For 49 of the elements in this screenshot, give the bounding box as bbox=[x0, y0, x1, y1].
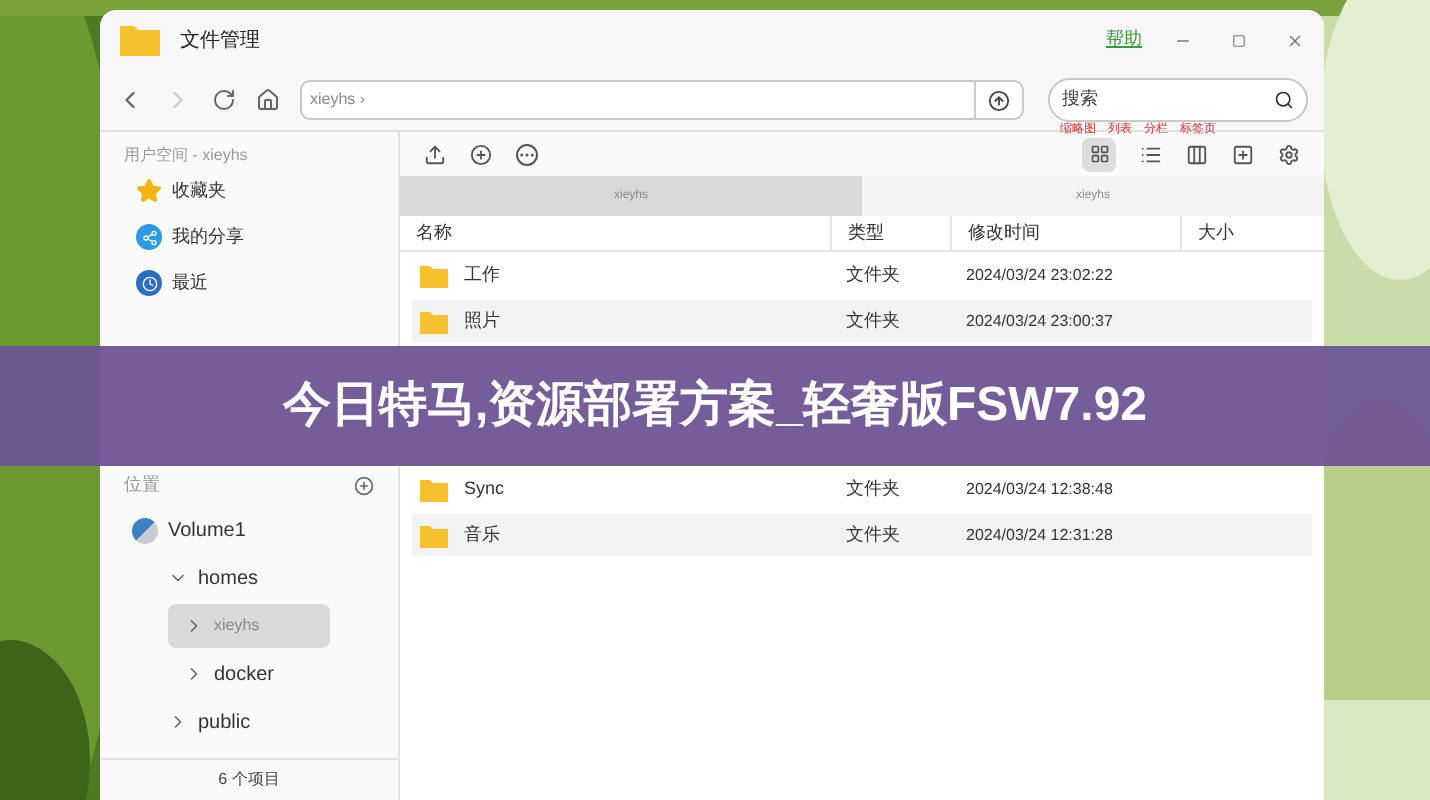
sidebar-item[interactable]: 收藏夹 bbox=[100, 168, 398, 214]
column-header[interactable]: 名称 bbox=[400, 216, 830, 250]
folder-icon bbox=[420, 523, 448, 547]
section-label: 位置 bbox=[124, 472, 162, 499]
refresh-icon[interactable] bbox=[212, 88, 236, 112]
star-icon bbox=[136, 178, 162, 204]
grid-view-icon[interactable] bbox=[1082, 137, 1116, 171]
settings-icon[interactable] bbox=[1278, 143, 1300, 165]
folder-icon bbox=[420, 309, 448, 333]
tree-item[interactable]: public bbox=[100, 700, 398, 744]
maximize-icon bbox=[1232, 33, 1246, 47]
list-view-icon[interactable] bbox=[1140, 143, 1162, 165]
share-icon bbox=[136, 224, 162, 250]
search-input[interactable]: 搜索 bbox=[1062, 86, 1274, 114]
folder-icon bbox=[420, 263, 448, 287]
folder-icon bbox=[120, 24, 160, 56]
window-title: 文件管理 bbox=[180, 27, 260, 55]
file-row[interactable]: 工作 文件夹 2024/03/24 23:02:22 bbox=[412, 254, 1312, 296]
file-row[interactable]: Sync 文件夹 2024/03/24 12:38:48 bbox=[412, 468, 1312, 510]
sidebar-item[interactable]: 我的分享 bbox=[100, 214, 398, 260]
home-icon[interactable] bbox=[256, 88, 280, 112]
maximize-button[interactable] bbox=[1232, 33, 1246, 47]
add-icon[interactable] bbox=[354, 476, 374, 496]
path-field[interactable]: xieyhs › bbox=[300, 80, 1024, 120]
search-field[interactable]: 搜索 bbox=[1048, 78, 1308, 122]
search-icon bbox=[1274, 90, 1294, 110]
path-text: xieyhs › bbox=[310, 88, 368, 112]
column-header[interactable]: 类型 bbox=[830, 216, 950, 250]
new-tab-icon[interactable] bbox=[1232, 143, 1254, 165]
sidebar-item[interactable]: 最近 bbox=[100, 260, 398, 306]
section-label: 用户空间 - xieyhs bbox=[122, 144, 250, 168]
tree-item[interactable]: homes bbox=[100, 556, 398, 600]
upload-icon[interactable] bbox=[988, 89, 1010, 111]
column-header[interactable]: 大小 bbox=[1180, 216, 1324, 250]
columns-view-icon[interactable] bbox=[1186, 143, 1208, 165]
upload-icon[interactable] bbox=[424, 143, 446, 165]
file-row[interactable]: 音乐 文件夹 2024/03/24 12:31:28 bbox=[412, 514, 1312, 556]
more-icon[interactable] bbox=[516, 143, 538, 165]
close-button[interactable] bbox=[1286, 31, 1304, 49]
tree-item[interactable]: Volume1 bbox=[100, 508, 398, 552]
item-count: 6 个项目 bbox=[100, 758, 398, 798]
close-icon bbox=[1286, 31, 1304, 49]
overlay-banner: 今日特马,资源部署方案_轻奢版FSW7.92 bbox=[0, 346, 1430, 466]
clock-icon bbox=[136, 270, 162, 296]
add-icon[interactable] bbox=[470, 143, 492, 165]
column-header[interactable]: 修改时间 bbox=[950, 216, 1180, 250]
file-row[interactable]: 照片 文件夹 2024/03/24 23:00:37 bbox=[412, 300, 1312, 342]
tree-item[interactable]: docker bbox=[100, 652, 398, 696]
folder-icon bbox=[420, 477, 448, 501]
